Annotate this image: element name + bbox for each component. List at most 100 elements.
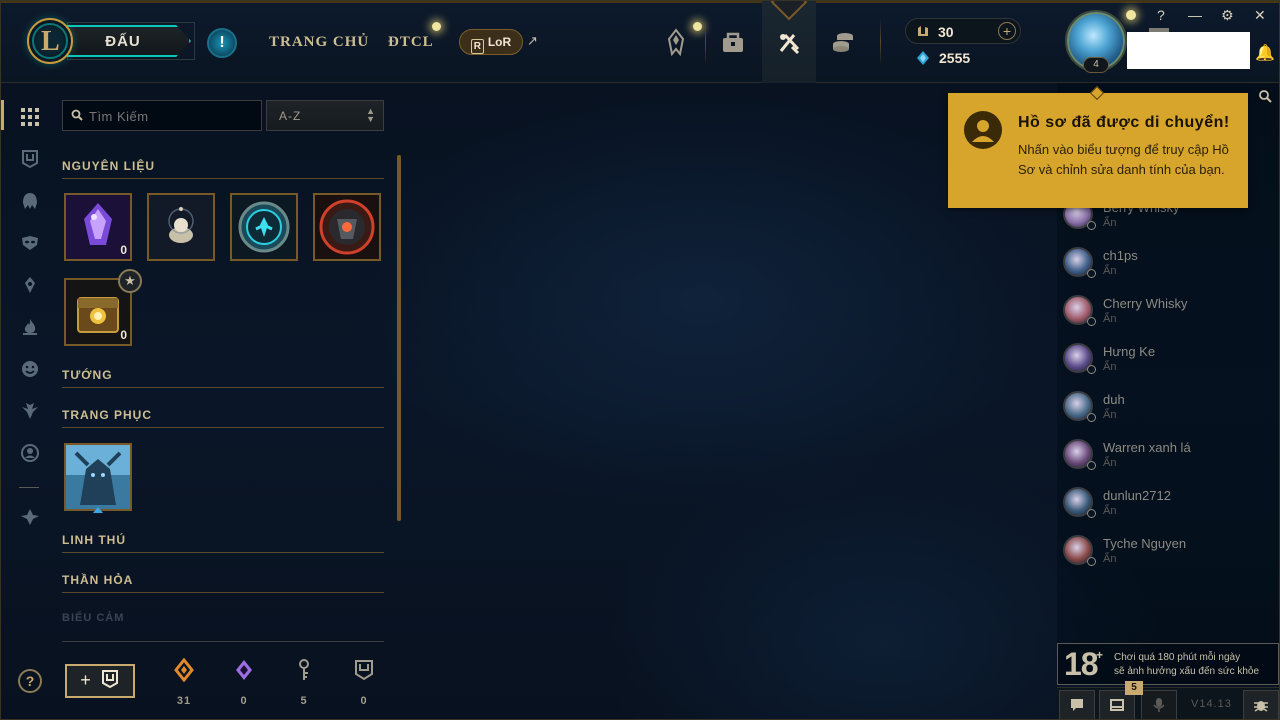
section-materials-label: NGUYÊN LIỆU bbox=[62, 159, 156, 173]
grid-icon[interactable] bbox=[20, 107, 40, 127]
close-button[interactable]: ✕ bbox=[1254, 7, 1266, 24]
friend-name: Warren xanh lá bbox=[1103, 440, 1191, 455]
friend-status-dot bbox=[1087, 365, 1096, 374]
section-champions-label: TƯỚNG bbox=[62, 368, 113, 382]
craft-plus: + bbox=[80, 670, 91, 690]
friend-status-dot bbox=[1087, 557, 1096, 566]
bug-report-icon[interactable] bbox=[1243, 690, 1279, 719]
orange-essence-value: 31 bbox=[176, 695, 192, 707]
champion-helmet-icon[interactable] bbox=[20, 191, 40, 211]
collection-icon[interactable] bbox=[663, 27, 689, 57]
key-fragment-counter: 5 bbox=[289, 658, 319, 707]
fire-icon[interactable] bbox=[20, 317, 40, 337]
toast-body: Nhấn vào biểu tượng để truy cập Hồ Sơ và… bbox=[1018, 142, 1229, 177]
section-companions[interactable]: LINH THÚ bbox=[62, 527, 384, 553]
tft-icon[interactable] bbox=[20, 401, 40, 421]
nav-home[interactable]: TRANG CHỦ bbox=[269, 34, 369, 51]
league-logo-icon[interactable]: L bbox=[27, 18, 73, 64]
nav-tft[interactable]: ĐTCL bbox=[388, 34, 434, 51]
section-emotes-faded: BIỂU CẢM bbox=[62, 612, 125, 624]
loot-item-masterwork-chest[interactable] bbox=[313, 193, 381, 261]
search-input[interactable] bbox=[89, 105, 257, 127]
loot-item-mythic-essence[interactable]: 0 bbox=[64, 193, 132, 261]
lor-button[interactable]: R LoR bbox=[459, 29, 523, 55]
friend-row[interactable]: Tyche Nguyen Ẩn bbox=[1063, 535, 1273, 575]
mask-icon[interactable] bbox=[20, 233, 40, 253]
friend-row[interactable]: Warren xanh lá Ẩn bbox=[1063, 439, 1273, 479]
social-toolbar bbox=[1057, 687, 1279, 719]
friend-row[interactable]: Cherry Whisky Ẩn bbox=[1063, 295, 1273, 335]
be-value: 2555 bbox=[939, 50, 971, 66]
section-skins-label: TRANG PHỤC bbox=[62, 408, 152, 422]
rp-icon bbox=[918, 26, 928, 36]
alert-button[interactable]: ! bbox=[207, 28, 237, 58]
friend-status-text: Ẩn bbox=[1103, 457, 1117, 469]
notification-bell-icon[interactable]: 🔔 bbox=[1255, 43, 1275, 63]
section-ward-skins[interactable]: THẦN HỎA bbox=[62, 567, 384, 593]
emote-icon[interactable] bbox=[20, 359, 40, 379]
play-button-group[interactable]: ĐẤU L bbox=[23, 18, 195, 64]
loot-item-key-token[interactable] bbox=[230, 193, 298, 261]
chest-value: 0 bbox=[360, 695, 368, 707]
help-button[interactable]: ? bbox=[18, 669, 42, 693]
age-warning-line-2: sẽ ảnh hưởng xấu đến sức khỏe bbox=[1114, 666, 1260, 677]
friends-search-icon[interactable] bbox=[1258, 89, 1272, 103]
loot-item-orb[interactable] bbox=[147, 193, 215, 261]
chest-counter: 0 bbox=[349, 658, 379, 707]
store-icon[interactable] bbox=[776, 27, 802, 57]
loot-footer-divider bbox=[62, 641, 384, 642]
section-ward-skins-label: THẦN HỎA bbox=[62, 573, 134, 587]
orange-essence-icon bbox=[174, 657, 194, 683]
chat-icon[interactable] bbox=[1059, 690, 1095, 719]
minimize-button[interactable]: — bbox=[1188, 7, 1202, 23]
voice-mic-icon[interactable] bbox=[1141, 690, 1177, 719]
section-companions-label: LINH THÚ bbox=[62, 533, 126, 547]
friend-name: Hưng Ke bbox=[1103, 344, 1156, 359]
friend-name: dunlun2712 bbox=[1103, 488, 1171, 503]
loot-scrollbar[interactable] bbox=[397, 155, 401, 521]
key-fragment-icon bbox=[299, 659, 309, 680]
loot-item-skin-shard[interactable] bbox=[64, 443, 132, 511]
profile-avatar[interactable]: 4 bbox=[1065, 10, 1127, 73]
friend-name: Tyche Nguyen bbox=[1103, 536, 1187, 551]
profile-moved-toast[interactable]: Hồ sơ đã được di chuyển! Nhấn vào biểu t… bbox=[948, 85, 1248, 208]
sort-dropdown[interactable]: A-Z ▲ ▼ bbox=[266, 100, 384, 131]
play-button[interactable]: ĐẤU bbox=[67, 25, 191, 57]
craft-key-button[interactable]: + bbox=[65, 664, 135, 698]
nav-divider bbox=[705, 19, 706, 65]
loot-icon[interactable] bbox=[720, 27, 746, 57]
section-skins[interactable]: TRANG PHỤC bbox=[62, 402, 384, 428]
skin-rarity-gem-icon bbox=[93, 507, 103, 513]
collection-notification-dot bbox=[693, 22, 702, 31]
settings-gear-icon[interactable]: ⚙ bbox=[1221, 7, 1234, 24]
riot-points-display[interactable]: 30 + bbox=[905, 18, 1021, 44]
friend-status-text: Ẩn bbox=[1103, 361, 1117, 373]
crafting-icon[interactable] bbox=[20, 149, 40, 169]
top-gold-trim bbox=[1, 1, 1279, 3]
friend-status-text: Ẩn bbox=[1103, 265, 1117, 277]
help-window-button[interactable]: ? bbox=[1157, 7, 1165, 23]
age-warning-line-1: Chơi quá 180 phút mỗi ngày bbox=[1114, 652, 1241, 663]
rank-icon[interactable] bbox=[20, 507, 40, 527]
toast-title: Hồ sơ đã được di chuyển! bbox=[1018, 114, 1230, 131]
section-materials[interactable]: NGUYÊN LIỆU bbox=[62, 153, 384, 179]
currency-shop-icon[interactable] bbox=[830, 27, 856, 57]
search-icon bbox=[71, 109, 83, 121]
ward-icon[interactable] bbox=[20, 275, 40, 295]
crafting-icon bbox=[101, 670, 118, 689]
profile-icon[interactable] bbox=[20, 443, 40, 463]
friend-row[interactable]: dunlun2712 Ẩn bbox=[1063, 487, 1273, 527]
buy-rp-button[interactable]: + bbox=[998, 22, 1016, 40]
friend-row[interactable]: duh Ẩn bbox=[1063, 391, 1273, 431]
friend-status-dot bbox=[1087, 461, 1096, 470]
section-champions[interactable]: TƯỚNG bbox=[62, 362, 384, 388]
friend-status-dot bbox=[1087, 509, 1096, 518]
friend-status-dot bbox=[1087, 269, 1096, 278]
friend-row[interactable]: Hưng Ke Ẩn bbox=[1063, 343, 1273, 383]
friend-row[interactable]: ch1ps Ẩn bbox=[1063, 247, 1273, 287]
loot-search-box[interactable] bbox=[62, 100, 262, 131]
friend-status-dot bbox=[1087, 221, 1096, 230]
play-button-label: ĐẤU bbox=[105, 33, 141, 50]
friend-name: duh bbox=[1103, 392, 1125, 407]
rail-divider bbox=[19, 487, 39, 488]
